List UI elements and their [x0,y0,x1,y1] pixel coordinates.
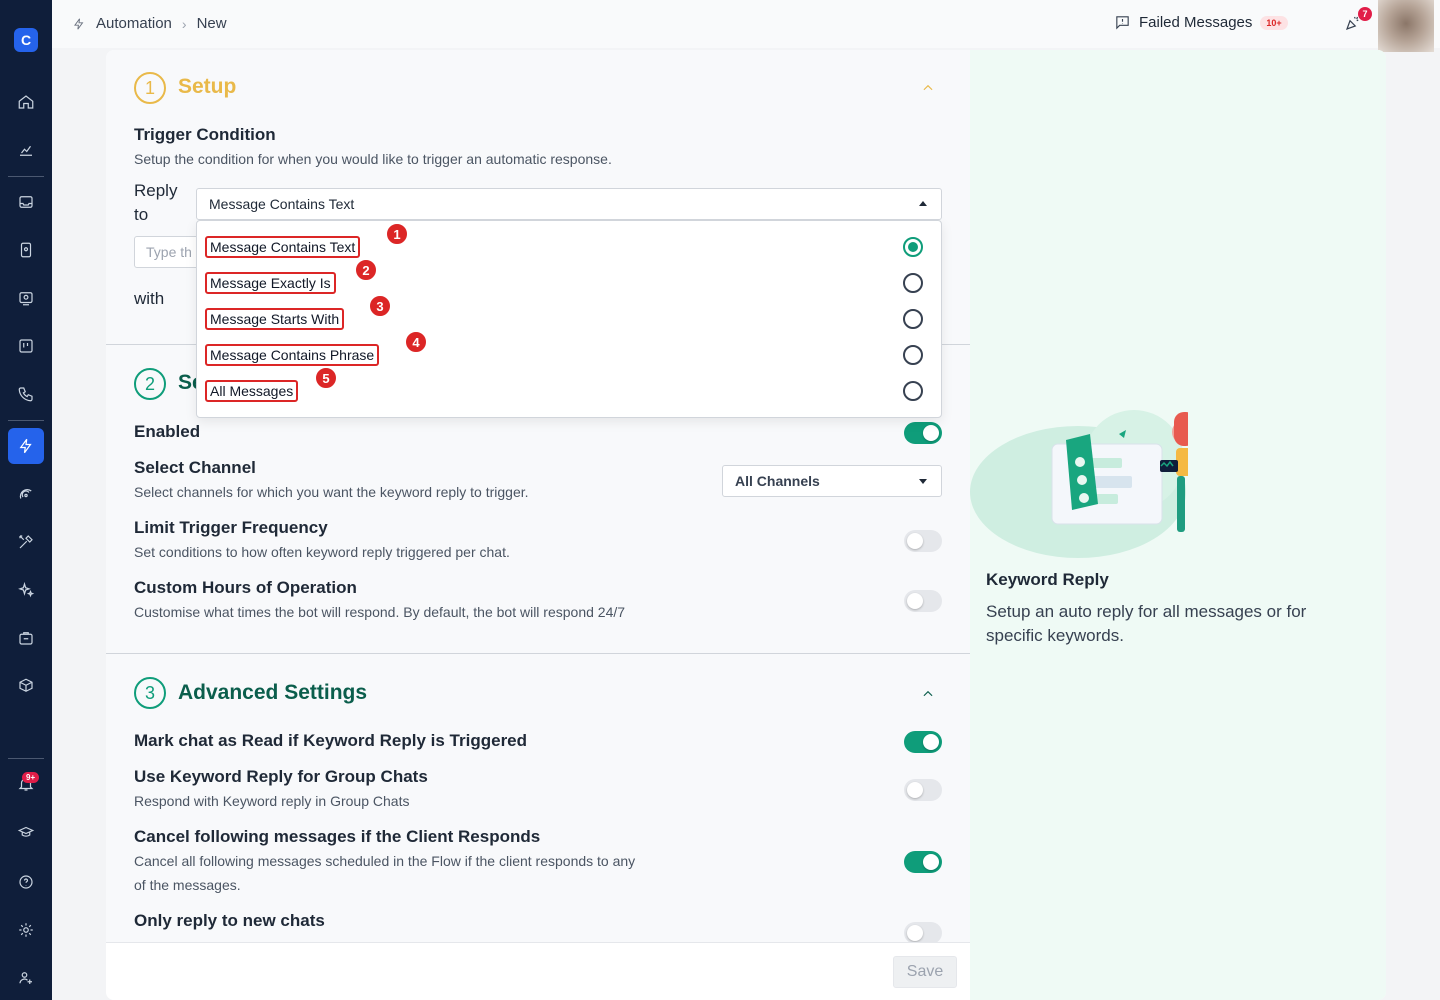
radio-unselected[interactable] [903,345,923,365]
trigger-condition-desc: Setup the condition for when you would l… [134,151,612,167]
group-chats-toggle[interactable] [904,779,942,801]
breadcrumb: Automation › New [72,15,227,32]
profile-settings-icon[interactable] [8,960,44,996]
failed-messages-badge: 10+ [1260,15,1288,30]
enabled-toggle[interactable] [904,422,942,444]
channel-select-value: All Channels [735,473,820,489]
radio-selected[interactable] [903,237,923,257]
enabled-label: Enabled [134,422,201,441]
home-icon[interactable] [8,84,44,120]
annotation-number: 4 [404,330,428,354]
cancel-following-title: Cancel following messages if the Client … [134,827,541,846]
step-3-badge: 3 [134,677,166,709]
annotation-number: 3 [368,294,392,318]
reply-label-to: to [134,205,149,224]
briefcase-icon[interactable] [8,620,44,656]
custom-hours-desc: Customise what times the bot will respon… [134,604,626,620]
option-message-starts-with[interactable]: Message Starts With [205,308,345,330]
reply-to-select[interactable]: Message Contains Text [196,188,942,220]
cancel-following-toggle[interactable] [904,851,942,873]
notification-badge: 9+ [22,772,40,783]
caret-down-icon [919,479,927,484]
app-logo[interactable]: C [14,28,38,52]
with-label: with [134,289,165,308]
keyword-reply-title: Keyword Reply [986,570,1109,589]
analytics-icon[interactable] [8,132,44,168]
failed-messages-button[interactable]: Failed Messages 10+ [1114,14,1288,31]
keyword-input[interactable]: Type th [134,236,204,268]
group-chats-desc: Respond with Keyword reply in Group Chat… [134,793,410,809]
advanced-settings-title: Advanced Settings [178,681,368,704]
cancel-following-desc-2: of the messages. [134,877,241,893]
phone-icon[interactable] [8,376,44,412]
breadcrumb-current: New [196,15,227,32]
trigger-condition-title: Trigger Condition [134,125,276,144]
academy-icon[interactable] [8,814,44,850]
radio-unselected[interactable] [903,273,923,293]
contacts-icon[interactable] [8,232,44,268]
caret-up-icon [919,201,927,206]
automation-icon [74,17,84,30]
only-new-chats-toggle[interactable] [904,922,942,944]
reply-to-value: Message Contains Text [209,196,355,212]
user-avatar[interactable] [1378,0,1434,52]
mark-read-title: Mark chat as Read if Keyword Reply is Tr… [134,731,528,750]
select-channel-desc: Select channels for which you want the k… [134,484,529,500]
inbox-icon[interactable] [8,184,44,220]
settings-icon[interactable] [8,912,44,948]
option-message-contains-text[interactable]: Message Contains Text [205,236,361,258]
announcements-badge: 7 [1358,7,1372,21]
only-new-chats-title: Only reply to new chats [134,911,325,930]
custom-hours-toggle[interactable] [904,590,942,612]
automation-icon[interactable] [8,428,44,464]
form-footer [106,942,970,1000]
package-icon[interactable] [8,668,44,704]
keyword-reply-illustration [964,400,1198,562]
annotation-number: 5 [314,366,338,390]
select-channel-title: Select Channel [134,458,256,477]
option-all-messages[interactable]: All Messages [205,380,299,402]
radio-unselected[interactable] [903,381,923,401]
save-button[interactable]: Save [893,956,957,988]
failed-messages-label: Failed Messages [1139,14,1253,31]
tools-icon[interactable] [8,524,44,560]
limit-frequency-toggle[interactable] [904,530,942,552]
broadcast-icon[interactable] [8,280,44,316]
chevron-up-icon[interactable] [921,81,935,95]
option-message-contains-phrase[interactable]: Message Contains Phrase [205,344,380,366]
step-2-badge: 2 [134,368,166,400]
limit-frequency-desc: Set conditions to how often keyword repl… [134,544,510,560]
chevron-right-icon: › [181,15,187,32]
mark-read-toggle[interactable] [904,731,942,753]
setup-title: Setup [178,75,237,98]
step-1-badge: 1 [134,72,166,104]
signal-icon[interactable] [8,476,44,512]
limit-frequency-title: Limit Trigger Frequency [134,518,328,537]
radio-unselected[interactable] [903,309,923,329]
reply-label: Reply [134,181,178,200]
chevron-up-icon[interactable] [921,687,935,701]
help-icon[interactable] [8,864,44,900]
annotation-number: 2 [354,258,378,282]
keyword-reply-desc: Setup an auto reply for all messages or … [986,602,1307,645]
sidebar: C 9+ [0,0,52,1000]
custom-hours-title: Custom Hours of Operation [134,578,357,597]
board-icon[interactable] [8,328,44,364]
group-chats-title: Use Keyword Reply for Group Chats [134,767,428,786]
cancel-following-desc-1: Cancel all following messages scheduled … [134,853,636,869]
ai-sparkle-icon[interactable] [8,572,44,608]
breadcrumb-root[interactable]: Automation [96,15,172,32]
channel-select[interactable]: All Channels [722,465,942,497]
topbar: Automation › New Failed Messages 10+ 7 [52,0,1440,52]
message-alert-icon [1116,16,1129,30]
reply-to-dropdown-menu: Message Contains Text 1 Message Exactly … [196,220,942,418]
annotation-number: 1 [385,222,409,246]
option-message-exactly-is[interactable]: Message Exactly Is [205,272,336,294]
